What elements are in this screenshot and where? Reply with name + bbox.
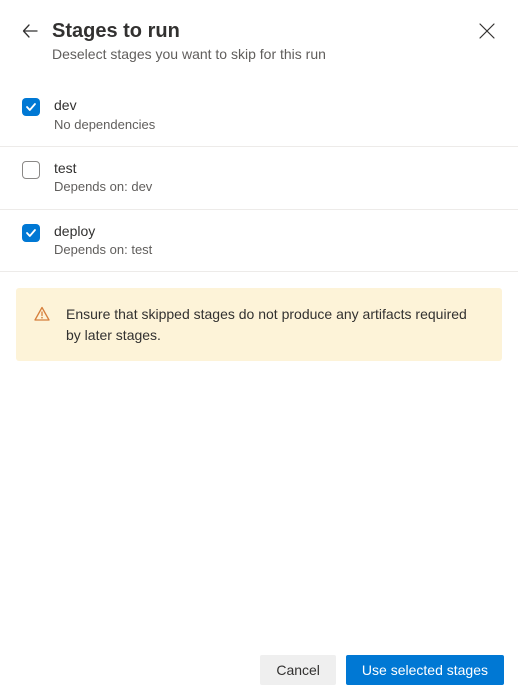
stage-dependency: No dependencies: [54, 116, 496, 134]
stage-row-deploy[interactable]: deploy Depends on: test: [0, 210, 518, 273]
dialog-header: Stages to run Deselect stages you want t…: [0, 0, 518, 76]
cancel-button[interactable]: Cancel: [260, 655, 336, 685]
stage-name: test: [54, 159, 496, 179]
stage-checkbox-test[interactable]: [22, 161, 40, 179]
stage-dependency: Depends on: test: [54, 241, 496, 259]
warning-banner: Ensure that skipped stages do not produc…: [16, 288, 502, 361]
stage-list: dev No dependencies test Depends on: dev…: [0, 84, 518, 272]
stage-info: dev No dependencies: [54, 96, 496, 134]
header-text: Stages to run Deselect stages you want t…: [52, 18, 464, 62]
use-selected-stages-button[interactable]: Use selected stages: [346, 655, 504, 685]
warning-triangle-icon: [34, 306, 50, 322]
check-icon: [25, 101, 37, 113]
stage-dependency: Depends on: dev: [54, 178, 496, 196]
back-button[interactable]: [22, 23, 38, 39]
stage-name: deploy: [54, 222, 496, 242]
dialog-footer: Cancel Use selected stages: [0, 645, 518, 699]
check-icon: [25, 227, 37, 239]
stage-name: dev: [54, 96, 496, 116]
stage-checkbox-dev[interactable]: [22, 98, 40, 116]
warning-text: Ensure that skipped stages do not produc…: [66, 304, 484, 345]
back-arrow-icon: [22, 23, 38, 39]
spacer: [0, 361, 518, 645]
stage-info: deploy Depends on: test: [54, 222, 496, 260]
dialog-title: Stages to run: [52, 18, 464, 44]
close-icon: [478, 22, 496, 40]
stage-info: test Depends on: dev: [54, 159, 496, 197]
stage-row-dev[interactable]: dev No dependencies: [0, 84, 518, 147]
stage-checkbox-deploy[interactable]: [22, 224, 40, 242]
close-button[interactable]: [478, 22, 496, 40]
dialog-subtitle: Deselect stages you want to skip for thi…: [52, 46, 464, 62]
stage-row-test[interactable]: test Depends on: dev: [0, 147, 518, 210]
